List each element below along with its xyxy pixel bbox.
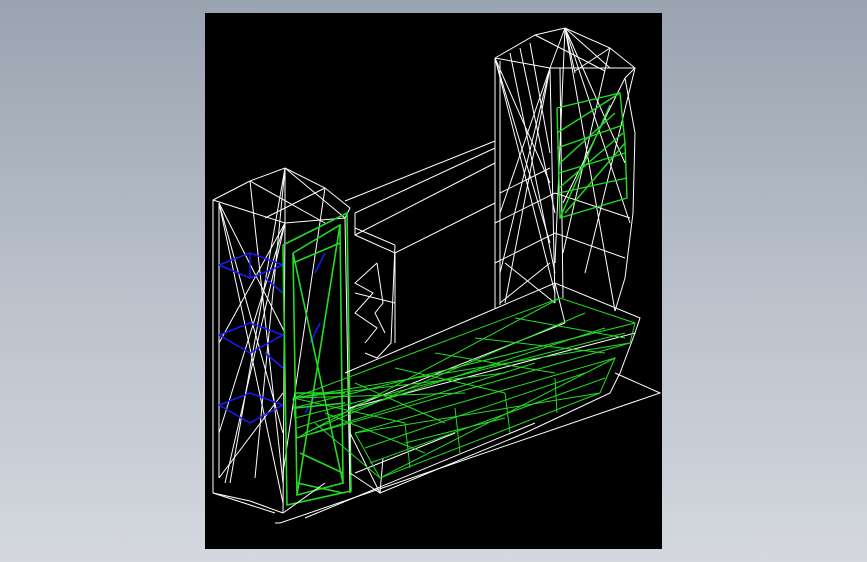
desk-top — [275, 282, 662, 524]
left-cabinet-door — [282, 211, 352, 506]
desk-mesh — [292, 297, 636, 479]
right-cabinet-door — [556, 92, 628, 219]
back-panel — [344, 140, 496, 359]
cad-viewer-window — [0, 0, 867, 562]
right-cabinet — [494, 27, 636, 312]
wireframe-model — [212, 27, 662, 524]
model-viewport[interactable] — [205, 13, 662, 549]
left-cabinet — [212, 167, 351, 514]
